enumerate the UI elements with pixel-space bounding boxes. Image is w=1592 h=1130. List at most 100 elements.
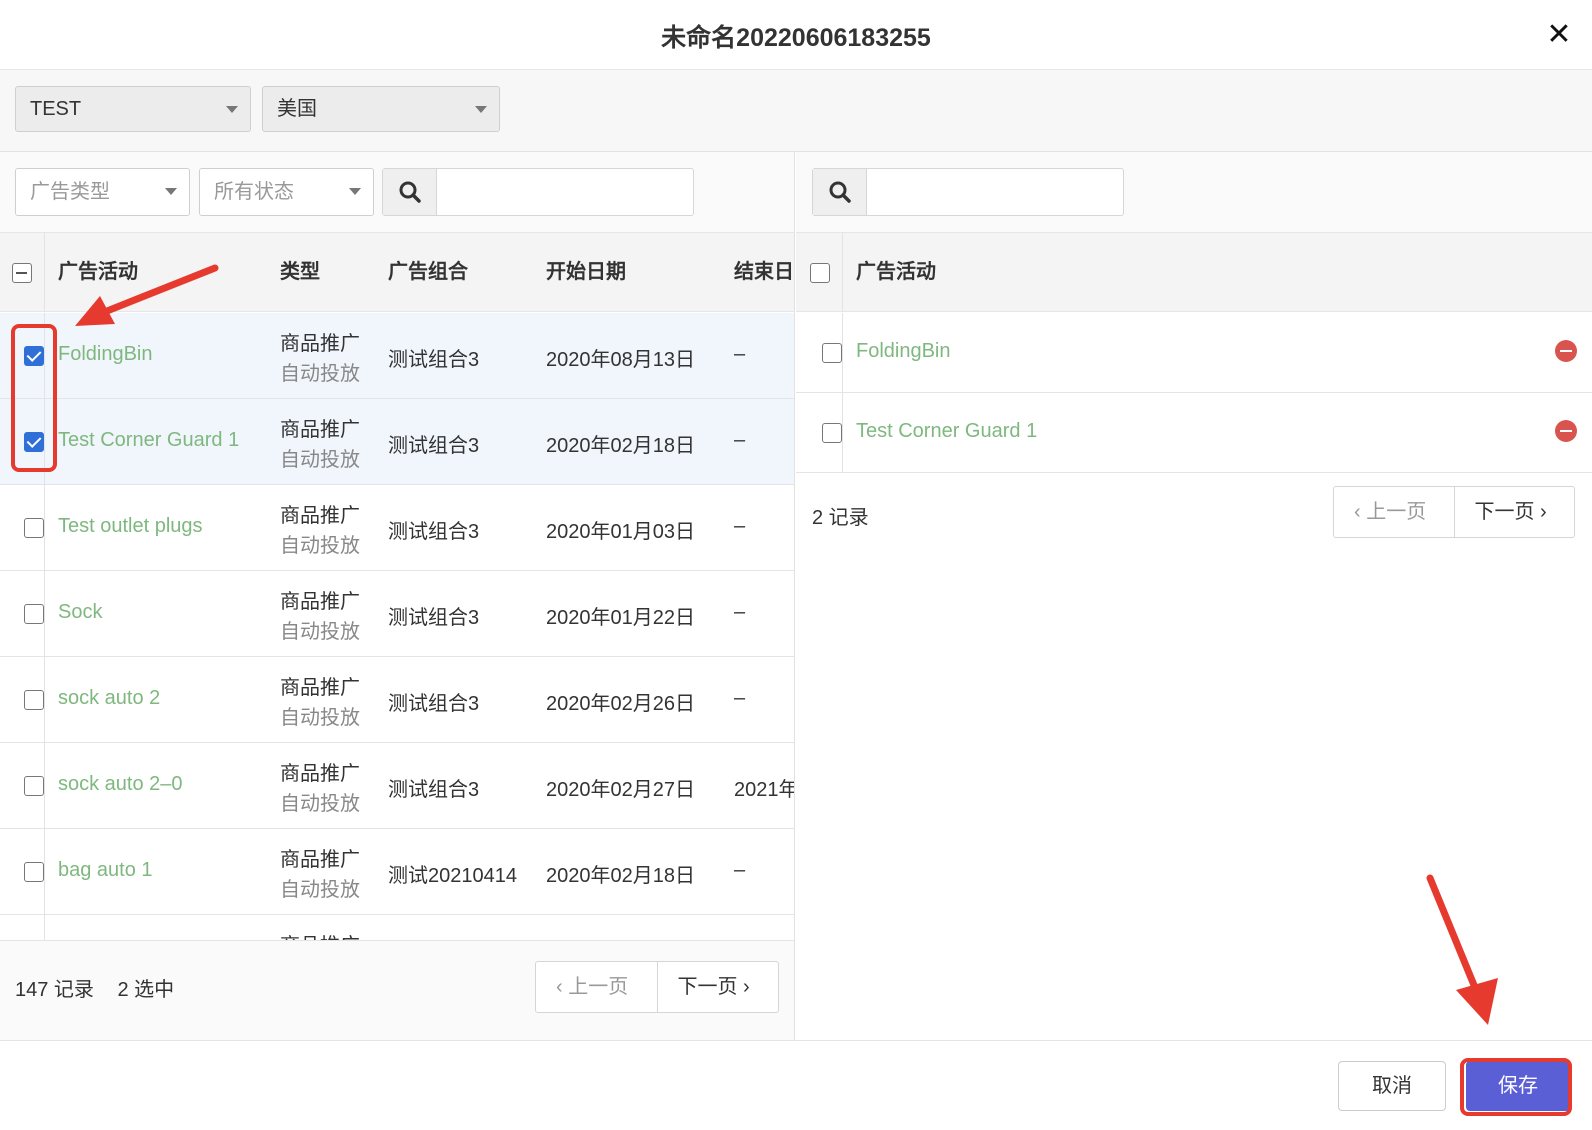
- campaign-link[interactable]: FoldingBin: [856, 340, 951, 363]
- prev-page-label: 上一页: [1366, 501, 1427, 523]
- start-date: 2020年02月27日: [546, 779, 695, 801]
- right-table-header: 广告活动: [796, 232, 1592, 312]
- end-date: –: [734, 429, 746, 451]
- row-checkbox[interactable]: [24, 690, 44, 710]
- country-select-value: 美国: [277, 98, 317, 120]
- campaign-link[interactable]: sock auto 2: [58, 687, 160, 710]
- table-row[interactable]: sock auto 2–0 商品推广 自动投放 测试组合3 2020年02月27…: [0, 743, 794, 829]
- campaign-targeting: 自动投放: [280, 793, 360, 815]
- campaign-type: 商品推广: [280, 677, 360, 699]
- table-row[interactable]: Test Corner Guard 1 商品推广 自动投放 测试组合3 2020…: [0, 399, 794, 485]
- table-row[interactable]: Sock 商品推广 自动投放 测试组合3 2020年01月22日 –: [0, 571, 794, 657]
- country-select[interactable]: 美国: [262, 86, 500, 132]
- table-row[interactable]: sock auto 2 商品推广 自动投放 测试组合3 2020年02月26日 …: [0, 657, 794, 743]
- next-page-label: 下一页: [677, 976, 738, 998]
- close-icon[interactable]: ✕: [1544, 20, 1574, 50]
- remove-icon[interactable]: [1555, 420, 1577, 442]
- row-checkbox[interactable]: [822, 343, 842, 363]
- left-search-row: 广告类型 所有状态: [0, 152, 794, 232]
- selected-list-item[interactable]: FoldingBin: [796, 313, 1592, 393]
- left-panel: 广告类型 所有状态 广告活动 类型 广告组合 开始日期 结束日 FoldingB…: [0, 152, 795, 1040]
- portfolio: 测试组合3: [388, 349, 480, 371]
- portfolio: 测试组合3: [388, 435, 480, 457]
- chevron-left-icon: ‹: [556, 976, 569, 998]
- remove-icon[interactable]: [1555, 340, 1577, 362]
- table-row[interactable]: Test outlet plugs 商品推广 自动投放 测试组合3 2020年0…: [0, 485, 794, 571]
- portfolio: 测试组合3: [388, 693, 480, 715]
- next-page-label: 下一页: [1474, 501, 1535, 523]
- account-select[interactable]: TEST: [15, 86, 251, 132]
- save-button[interactable]: 保存: [1466, 1061, 1570, 1111]
- dialog-header: 未命名20220606183255 ✕: [0, 0, 1592, 70]
- column-header-portfolio[interactable]: 广告组合: [388, 233, 468, 311]
- campaign-link[interactable]: Test Corner Guard 1: [856, 420, 1037, 443]
- search-button[interactable]: [813, 169, 867, 215]
- select-all-checkbox[interactable]: [810, 263, 830, 283]
- ad-type-select[interactable]: 广告类型: [15, 168, 190, 216]
- selected-count-text: 2 选中: [117, 979, 175, 1001]
- left-search-box: [382, 168, 694, 216]
- row-checkbox[interactable]: [24, 604, 44, 624]
- campaign-targeting: 自动投放: [280, 535, 360, 557]
- chevron-right-icon: ›: [737, 976, 750, 998]
- prev-page-button[interactable]: ‹ 上一页: [536, 962, 657, 1012]
- chevron-down-icon: [226, 106, 238, 113]
- campaign-targeting: 自动投放: [280, 621, 360, 643]
- campaign-link[interactable]: sock auto 2–0: [58, 773, 183, 796]
- status-select[interactable]: 所有状态: [199, 168, 374, 216]
- column-divider: [44, 313, 45, 940]
- right-pagination: ‹ 上一页 下一页 ›: [1333, 486, 1575, 538]
- start-date: 2020年08月13日: [546, 349, 695, 371]
- dialog-footer: 取消 保存: [0, 1040, 1592, 1130]
- chevron-down-icon: [165, 188, 177, 195]
- column-header-campaign[interactable]: 广告活动: [58, 233, 138, 311]
- start-date: 2020年02月18日: [546, 865, 695, 887]
- search-button[interactable]: [383, 169, 437, 215]
- prev-page-button[interactable]: ‹ 上一页: [1334, 487, 1454, 537]
- campaign-link[interactable]: FoldingBin: [58, 343, 153, 366]
- row-checkbox[interactable]: [24, 432, 44, 452]
- column-header-start-date[interactable]: 开始日期: [546, 233, 626, 311]
- end-date: –: [734, 343, 746, 365]
- end-date: –: [734, 859, 746, 881]
- row-checkbox[interactable]: [24, 518, 44, 538]
- right-search-row: [796, 152, 1592, 232]
- portfolio: 测试20210414: [388, 865, 517, 887]
- right-record-count: 2 记录: [812, 507, 869, 529]
- campaign-type: 商品推广: [280, 333, 360, 355]
- column-header-end-date[interactable]: 结束日: [734, 233, 794, 311]
- chevron-down-icon: [475, 106, 487, 113]
- campaign-link[interactable]: bag auto 1: [58, 859, 153, 882]
- start-date: 2020年02月18日: [546, 435, 695, 457]
- dialog-title: 未命名20220606183255: [661, 24, 931, 52]
- campaign-targeting: 自动投放: [280, 707, 360, 729]
- campaign-link[interactable]: Test Corner Guard 1: [58, 429, 239, 452]
- row-checkbox[interactable]: [24, 862, 44, 882]
- cancel-button[interactable]: 取消: [1338, 1061, 1446, 1111]
- start-date: 2020年01月22日: [546, 607, 695, 629]
- right-panel: 广告活动 FoldingBin Test Corner Guard 1 2 记录…: [796, 152, 1592, 1040]
- campaign-link[interactable]: Sock: [58, 601, 102, 624]
- portfolio: 测试组合3: [388, 607, 480, 629]
- row-checkbox[interactable]: [822, 423, 842, 443]
- column-divider: [842, 233, 843, 311]
- search-icon: [399, 181, 421, 203]
- column-header-type[interactable]: 类型: [280, 233, 320, 311]
- end-date: –: [734, 601, 746, 623]
- campaign-type: 商品推广: [280, 505, 360, 527]
- portfolio: 测试组合3: [388, 779, 480, 801]
- row-checkbox[interactable]: [24, 346, 44, 366]
- next-page-button[interactable]: 下一页 ›: [658, 962, 779, 1012]
- campaign-type: 商品推广: [280, 763, 360, 785]
- table-row[interactable]: FoldingBin 商品推广 自动投放 测试组合3 2020年08月13日 –: [0, 313, 794, 399]
- next-page-button[interactable]: 下一页 ›: [1455, 487, 1575, 537]
- start-date: 2020年02月26日: [546, 693, 695, 715]
- select-all-checkbox[interactable]: [12, 263, 32, 283]
- selected-list-item[interactable]: Test Corner Guard 1: [796, 393, 1592, 473]
- campaign-link[interactable]: Test outlet plugs: [58, 515, 203, 538]
- row-checkbox[interactable]: [24, 776, 44, 796]
- column-divider: [842, 313, 843, 473]
- table-row[interactable]: bag auto 1 商品推广 自动投放 测试20210414 2020年02月…: [0, 829, 794, 915]
- chevron-left-icon: ‹: [1354, 501, 1367, 523]
- column-header-campaign[interactable]: 广告活动: [856, 233, 936, 311]
